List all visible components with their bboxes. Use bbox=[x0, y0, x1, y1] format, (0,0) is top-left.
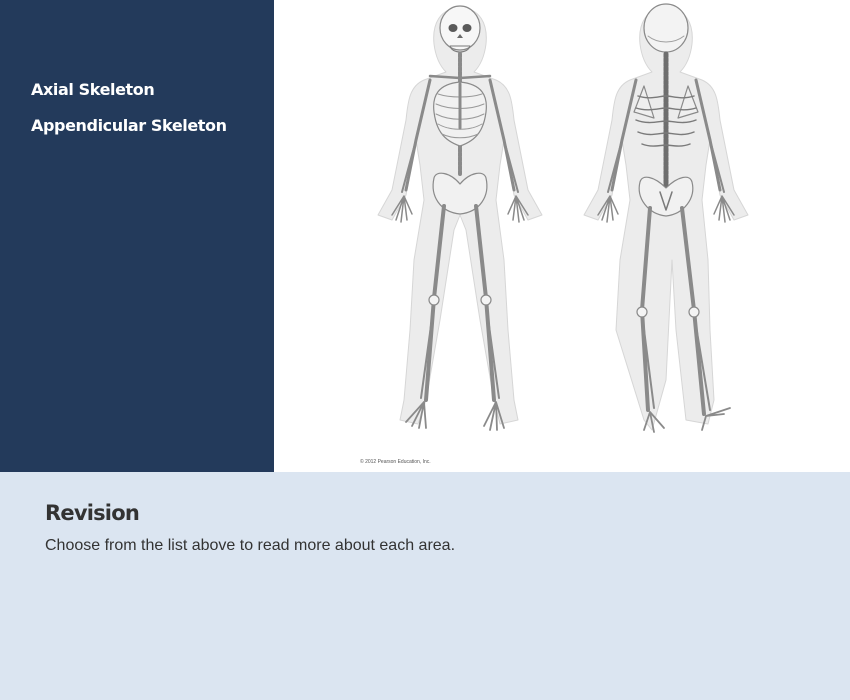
sidebar-nav: Axial Skeleton Appendicular Skeleton bbox=[0, 0, 274, 472]
skeleton-figures bbox=[377, 3, 749, 433]
revision-panel: Revision Choose from the list above to r… bbox=[0, 472, 850, 700]
top-section: Axial Skeleton Appendicular Skeleton © 2… bbox=[0, 0, 850, 472]
nav-item-axial-skeleton[interactable]: Axial Skeleton bbox=[31, 80, 155, 99]
nav-item-appendicular-skeleton[interactable]: Appendicular Skeleton bbox=[31, 116, 227, 135]
revision-title: Revision bbox=[45, 501, 140, 525]
revision-text: Choose from the list above to read more … bbox=[45, 537, 456, 554]
anterior-skeleton-view bbox=[377, 5, 543, 431]
skeleton-illustration: © 2012 Pearson Education, Inc. bbox=[274, 0, 850, 472]
figure-credit: © 2012 Pearson Education, Inc. bbox=[360, 459, 431, 465]
posterior-skeleton-view bbox=[583, 3, 749, 433]
